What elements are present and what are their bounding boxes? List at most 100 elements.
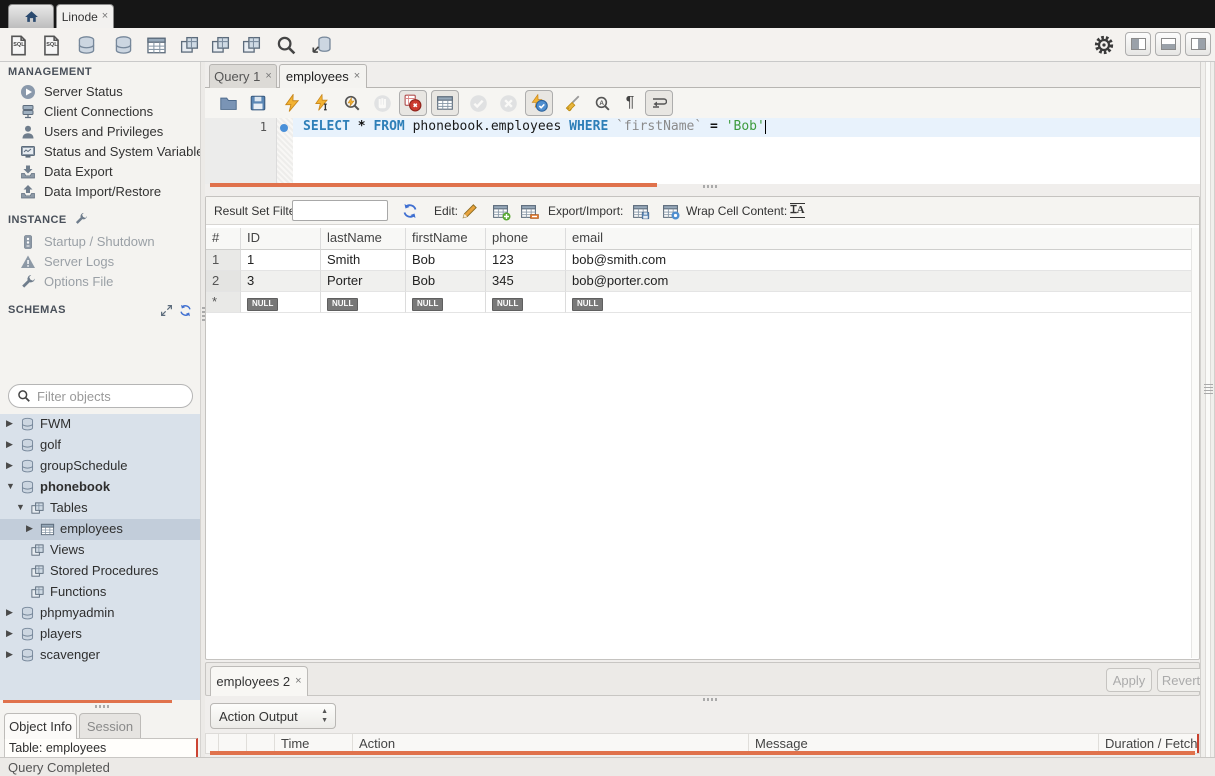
splitter-grip[interactable]: [95, 705, 109, 708]
new-table-button[interactable]: [144, 33, 168, 57]
new-schema-button[interactable]: [111, 33, 135, 57]
chevron-down-icon[interactable]: ▼: [16, 502, 25, 512]
new-procedure-button[interactable]: [208, 33, 232, 57]
new-query-tab-button[interactable]: [6, 33, 30, 57]
sql-statement[interactable]: SELECT * FROM phonebook.employees WHERE …: [303, 119, 766, 134]
new-function-button[interactable]: [239, 33, 263, 57]
sidebar-item-client-connections[interactable]: Client Connections: [0, 102, 200, 122]
toggle-output-area-button[interactable]: [1155, 32, 1181, 56]
column-header[interactable]: #: [206, 228, 241, 250]
output-selector-dropdown[interactable]: Action Output ▲▼: [210, 703, 336, 729]
chevron-right-icon[interactable]: ▶: [6, 418, 13, 429]
execute-button[interactable]: [281, 92, 303, 114]
chevron-right-icon[interactable]: ▶: [6, 607, 13, 618]
tree-item-employees[interactable]: ▶ employees: [0, 519, 200, 540]
tab-object-info[interactable]: Object Info: [4, 713, 77, 739]
sidebar-item-data-import[interactable]: Data Import/Restore: [0, 182, 200, 202]
open-sql-script-button[interactable]: [39, 33, 63, 57]
beautify-button[interactable]: [561, 92, 583, 114]
chevron-right-icon[interactable]: ▶: [6, 460, 13, 471]
column-header[interactable]: ID: [241, 228, 321, 250]
close-icon[interactable]: ×: [295, 676, 301, 687]
explain-button[interactable]: [341, 92, 363, 114]
sidebar-item-startup-shutdown[interactable]: Startup / Shutdown: [0, 232, 200, 252]
connection-tab[interactable]: Linode ×: [56, 4, 114, 28]
chevron-right-icon[interactable]: ▶: [26, 523, 33, 534]
sidebar-item-users-privileges[interactable]: Users and Privileges: [0, 122, 200, 142]
wrap-cell-content-icon[interactable]: ꞮA: [790, 203, 805, 218]
commit-button[interactable]: [467, 92, 489, 114]
sidebar-item-system-variables[interactable]: Status and System Variables: [0, 142, 200, 162]
table-row[interactable]: 1 1 Smith Bob 123 bob@smith.com: [206, 250, 1199, 271]
sql-editor[interactable]: 1 SELECT * FROM phonebook.employees WHER…: [205, 118, 1200, 184]
tab-employees[interactable]: employees ×: [279, 64, 367, 88]
revert-button[interactable]: Revert: [1157, 668, 1205, 692]
new-schema-inspector-button[interactable]: [74, 33, 98, 57]
delete-row-icon[interactable]: [518, 201, 538, 221]
right-sidebar-splitter[interactable]: [1200, 62, 1215, 757]
tree-item-functions[interactable]: Functions: [0, 582, 200, 603]
close-icon[interactable]: ×: [265, 71, 271, 82]
toggle-right-sidebar-button[interactable]: [1185, 32, 1211, 56]
splitter-grip[interactable]: [703, 698, 717, 701]
tree-item-tables[interactable]: ▼ Tables: [0, 498, 200, 519]
chevron-right-icon[interactable]: ▶: [6, 628, 13, 639]
new-row[interactable]: * NULL NULL NULL NULL NULL: [206, 292, 1199, 313]
edit-pencil-icon[interactable]: [460, 201, 480, 221]
column-header[interactable]: email: [566, 228, 1199, 250]
tab-employees-2[interactable]: employees 2 ×: [210, 666, 308, 696]
new-view-button[interactable]: [177, 33, 201, 57]
chevron-right-icon[interactable]: ▶: [6, 439, 13, 450]
tab-session[interactable]: Session: [79, 713, 141, 739]
chevron-down-icon[interactable]: ▼: [6, 481, 15, 491]
apply-button[interactable]: Apply: [1106, 668, 1152, 692]
add-row-icon[interactable]: [490, 201, 510, 221]
open-script-button[interactable]: [217, 92, 239, 114]
tree-item-phpmyadmin[interactable]: ▶ phpmyadmin: [0, 603, 200, 624]
export-recordset-icon[interactable]: [630, 201, 650, 221]
tree-item-scavenger[interactable]: ▶ scavenger: [0, 645, 200, 666]
column-header[interactable]: firstName: [406, 228, 486, 250]
tree-item-players[interactable]: ▶ players: [0, 624, 200, 645]
toggle-left-sidebar-button[interactable]: [1125, 32, 1151, 56]
close-icon[interactable]: ×: [102, 11, 108, 22]
close-icon[interactable]: ×: [354, 71, 360, 82]
sidebar-item-server-status[interactable]: Server Status: [0, 82, 200, 102]
refresh-resultset-icon[interactable]: [400, 201, 420, 221]
tree-item-phonebook[interactable]: ▼ phonebook: [0, 477, 200, 498]
search-objects-button[interactable]: [274, 33, 298, 57]
preferences-gear-icon[interactable]: [1092, 33, 1116, 57]
stop-button[interactable]: [371, 92, 393, 114]
rollback-button[interactable]: [497, 92, 519, 114]
table-row[interactable]: 2 3 Porter Bob 345 bob@porter.com: [206, 271, 1199, 292]
expand-panel-icon[interactable]: [160, 304, 173, 317]
toggle-wrap-button[interactable]: [645, 90, 673, 116]
column-header[interactable]: phone: [486, 228, 566, 250]
tree-item-fwm[interactable]: ▶ FWM: [0, 414, 200, 435]
import-records-icon[interactable]: [660, 201, 680, 221]
editor-results-splitter[interactable]: [210, 183, 657, 187]
refresh-schemas-icon[interactable]: [179, 304, 192, 317]
splitter-grip[interactable]: [703, 185, 717, 188]
tab-query-1[interactable]: Query 1 ×: [209, 64, 277, 88]
splitter-grip[interactable]: [1204, 384, 1213, 394]
sidebar-item-server-logs[interactable]: Server Logs: [0, 252, 200, 272]
toggle-stop-on-error-button[interactable]: [399, 90, 427, 116]
tree-item-stored-procedures[interactable]: Stored Procedures: [0, 561, 200, 582]
sidebar-item-options-file[interactable]: Options File: [0, 272, 200, 292]
home-tab[interactable]: [8, 4, 54, 28]
save-script-button[interactable]: [247, 92, 269, 114]
tree-item-groupschedule[interactable]: ▶ groupSchedule: [0, 456, 200, 477]
column-header[interactable]: lastName: [321, 228, 406, 250]
result-filter-input[interactable]: [292, 200, 388, 221]
find-button[interactable]: [591, 92, 613, 114]
execute-current-button[interactable]: [311, 92, 333, 114]
tree-item-views[interactable]: Views: [0, 540, 200, 561]
chevron-right-icon[interactable]: ▶: [6, 649, 13, 660]
schema-filter-input[interactable]: Filter objects: [8, 384, 193, 408]
sidebar-item-data-export[interactable]: Data Export: [0, 162, 200, 182]
show-invisibles-button[interactable]: ¶: [619, 92, 641, 114]
action-output-splitter[interactable]: [210, 751, 1195, 755]
tree-item-golf[interactable]: ▶ golf: [0, 435, 200, 456]
toggle-autocommit-button[interactable]: [525, 90, 553, 116]
